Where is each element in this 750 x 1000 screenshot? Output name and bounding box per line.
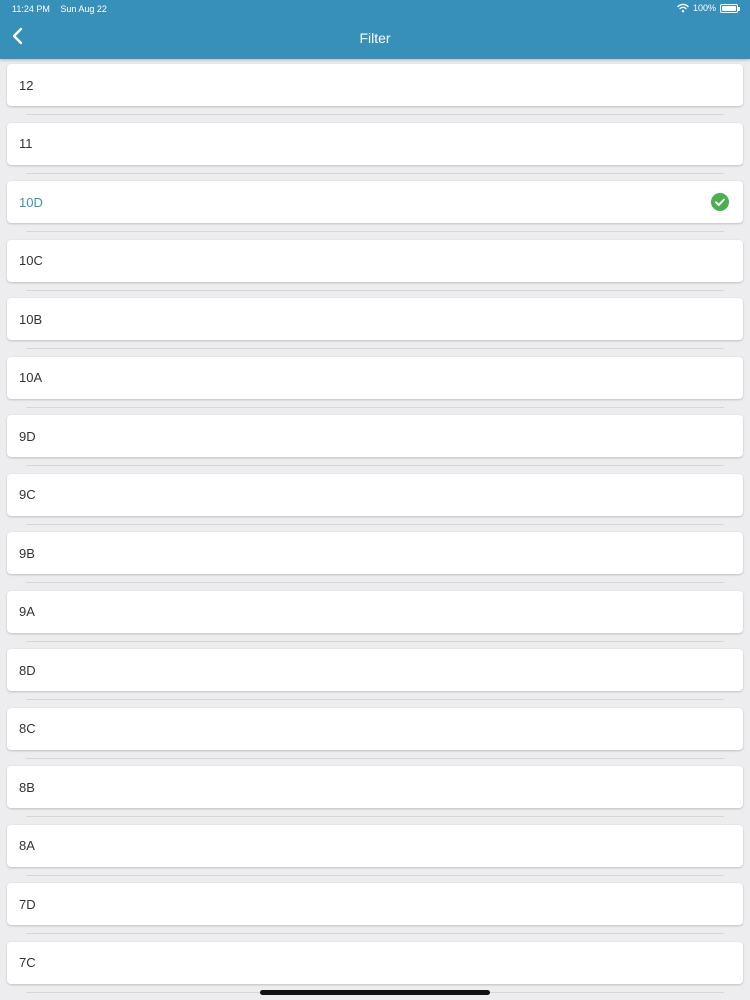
- list-item-wrapper: 8D: [0, 649, 750, 708]
- filter-option-9b[interactable]: 9B: [7, 532, 743, 574]
- page-title: Filter: [359, 30, 391, 46]
- list-item-wrapper: 9C: [0, 473, 750, 533]
- list-divider: [26, 172, 724, 174]
- filter-option-8c[interactable]: 8C: [7, 707, 743, 750]
- list-divider: [26, 523, 724, 525]
- filter-option-label: 9A: [19, 604, 35, 619]
- list-item-wrapper: 10B: [0, 298, 750, 357]
- list-divider: [26, 757, 724, 759]
- list-divider: [26, 231, 724, 232]
- filter-list: 12 11 10D 10C 10B 10A 9D 9C 9B 9A 8D 8C 8B 8A 7D 7C: [0, 64, 750, 1000]
- list-divider: [26, 289, 724, 291]
- list-item-wrapper: 10C: [0, 239, 750, 299]
- list-item-wrapper: 9B: [0, 532, 750, 591]
- list-item-wrapper: 10D: [0, 181, 750, 240]
- list-item-wrapper: 12: [0, 64, 750, 123]
- status-time: 11:24 PM: [12, 4, 50, 14]
- battery-icon: [720, 3, 740, 13]
- status-time-date: 11:24 PM Sun Aug 22: [12, 4, 115, 14]
- filter-option-label: 9D: [19, 428, 36, 444]
- status-indicators: 100%: [677, 3, 740, 13]
- filter-option-11[interactable]: 11: [7, 122, 743, 165]
- list-divider: [26, 933, 724, 934]
- list-item-wrapper: 11: [0, 122, 750, 182]
- list-item-wrapper: 8A: [0, 824, 750, 884]
- filter-option-12[interactable]: 12: [7, 64, 743, 106]
- list-item-wrapper: 9D: [0, 415, 750, 474]
- check-circle-icon: [711, 193, 729, 211]
- filter-option-label: 7D: [19, 896, 36, 912]
- filter-option-9c[interactable]: 9C: [7, 473, 743, 516]
- list-divider: [26, 874, 724, 876]
- list-item-wrapper: 8C: [0, 707, 750, 767]
- filter-option-label: 8D: [19, 662, 36, 678]
- filter-option-7d[interactable]: 7D: [7, 883, 743, 925]
- filter-option-label: 10A: [19, 370, 43, 385]
- filter-screen: 11:24 PM Sun Aug 22 100% Filter 12 11 10…: [0, 0, 750, 1000]
- list-item-wrapper: 8B: [0, 766, 750, 825]
- filter-option-label: 7C: [19, 955, 36, 970]
- filter-option-8a[interactable]: 8A: [7, 824, 743, 867]
- filter-option-10d[interactable]: 10D: [7, 181, 743, 223]
- filter-option-10a[interactable]: 10A: [7, 356, 743, 399]
- header-bar: 11:24 PM Sun Aug 22 100% Filter: [0, 0, 750, 59]
- filter-option-label: 11: [19, 136, 33, 151]
- list-divider: [26, 699, 724, 700]
- list-item-wrapper: 9A: [0, 590, 750, 650]
- filter-option-label: 10C: [19, 253, 43, 268]
- status-bar: 11:24 PM Sun Aug 22 100%: [0, 0, 750, 18]
- filter-option-label: 12: [19, 77, 34, 93]
- filter-option-label: 9C: [19, 487, 36, 502]
- filter-option-10c[interactable]: 10C: [7, 239, 743, 282]
- list-divider: [26, 816, 724, 817]
- filter-option-9a[interactable]: 9A: [7, 590, 743, 633]
- filter-option-label: 8A: [19, 838, 35, 853]
- home-indicator: [260, 990, 490, 995]
- filter-option-label: 8C: [19, 721, 36, 736]
- list-divider: [26, 640, 724, 642]
- list-divider: [26, 114, 724, 115]
- filter-option-label: 9B: [19, 545, 35, 561]
- filter-option-7c[interactable]: 7C: [7, 941, 743, 984]
- battery-percent: 100%: [692, 3, 716, 13]
- list-item-wrapper: 7D: [0, 883, 750, 942]
- filter-option-label: 10B: [19, 311, 43, 327]
- filter-option-label: 8B: [19, 779, 35, 795]
- list-divider: [26, 465, 724, 466]
- filter-option-10b[interactable]: 10B: [7, 298, 743, 340]
- filter-option-label: 10D: [19, 194, 43, 210]
- wifi-icon: [677, 3, 689, 13]
- list-divider: [26, 406, 724, 408]
- status-date: Sun Aug 22: [60, 4, 107, 14]
- filter-option-8b[interactable]: 8B: [7, 766, 743, 808]
- filter-option-8d[interactable]: 8D: [7, 649, 743, 691]
- list-divider: [26, 348, 724, 349]
- list-item-wrapper: 10A: [0, 356, 750, 416]
- list-divider: [26, 582, 724, 583]
- filter-option-9d[interactable]: 9D: [7, 415, 743, 457]
